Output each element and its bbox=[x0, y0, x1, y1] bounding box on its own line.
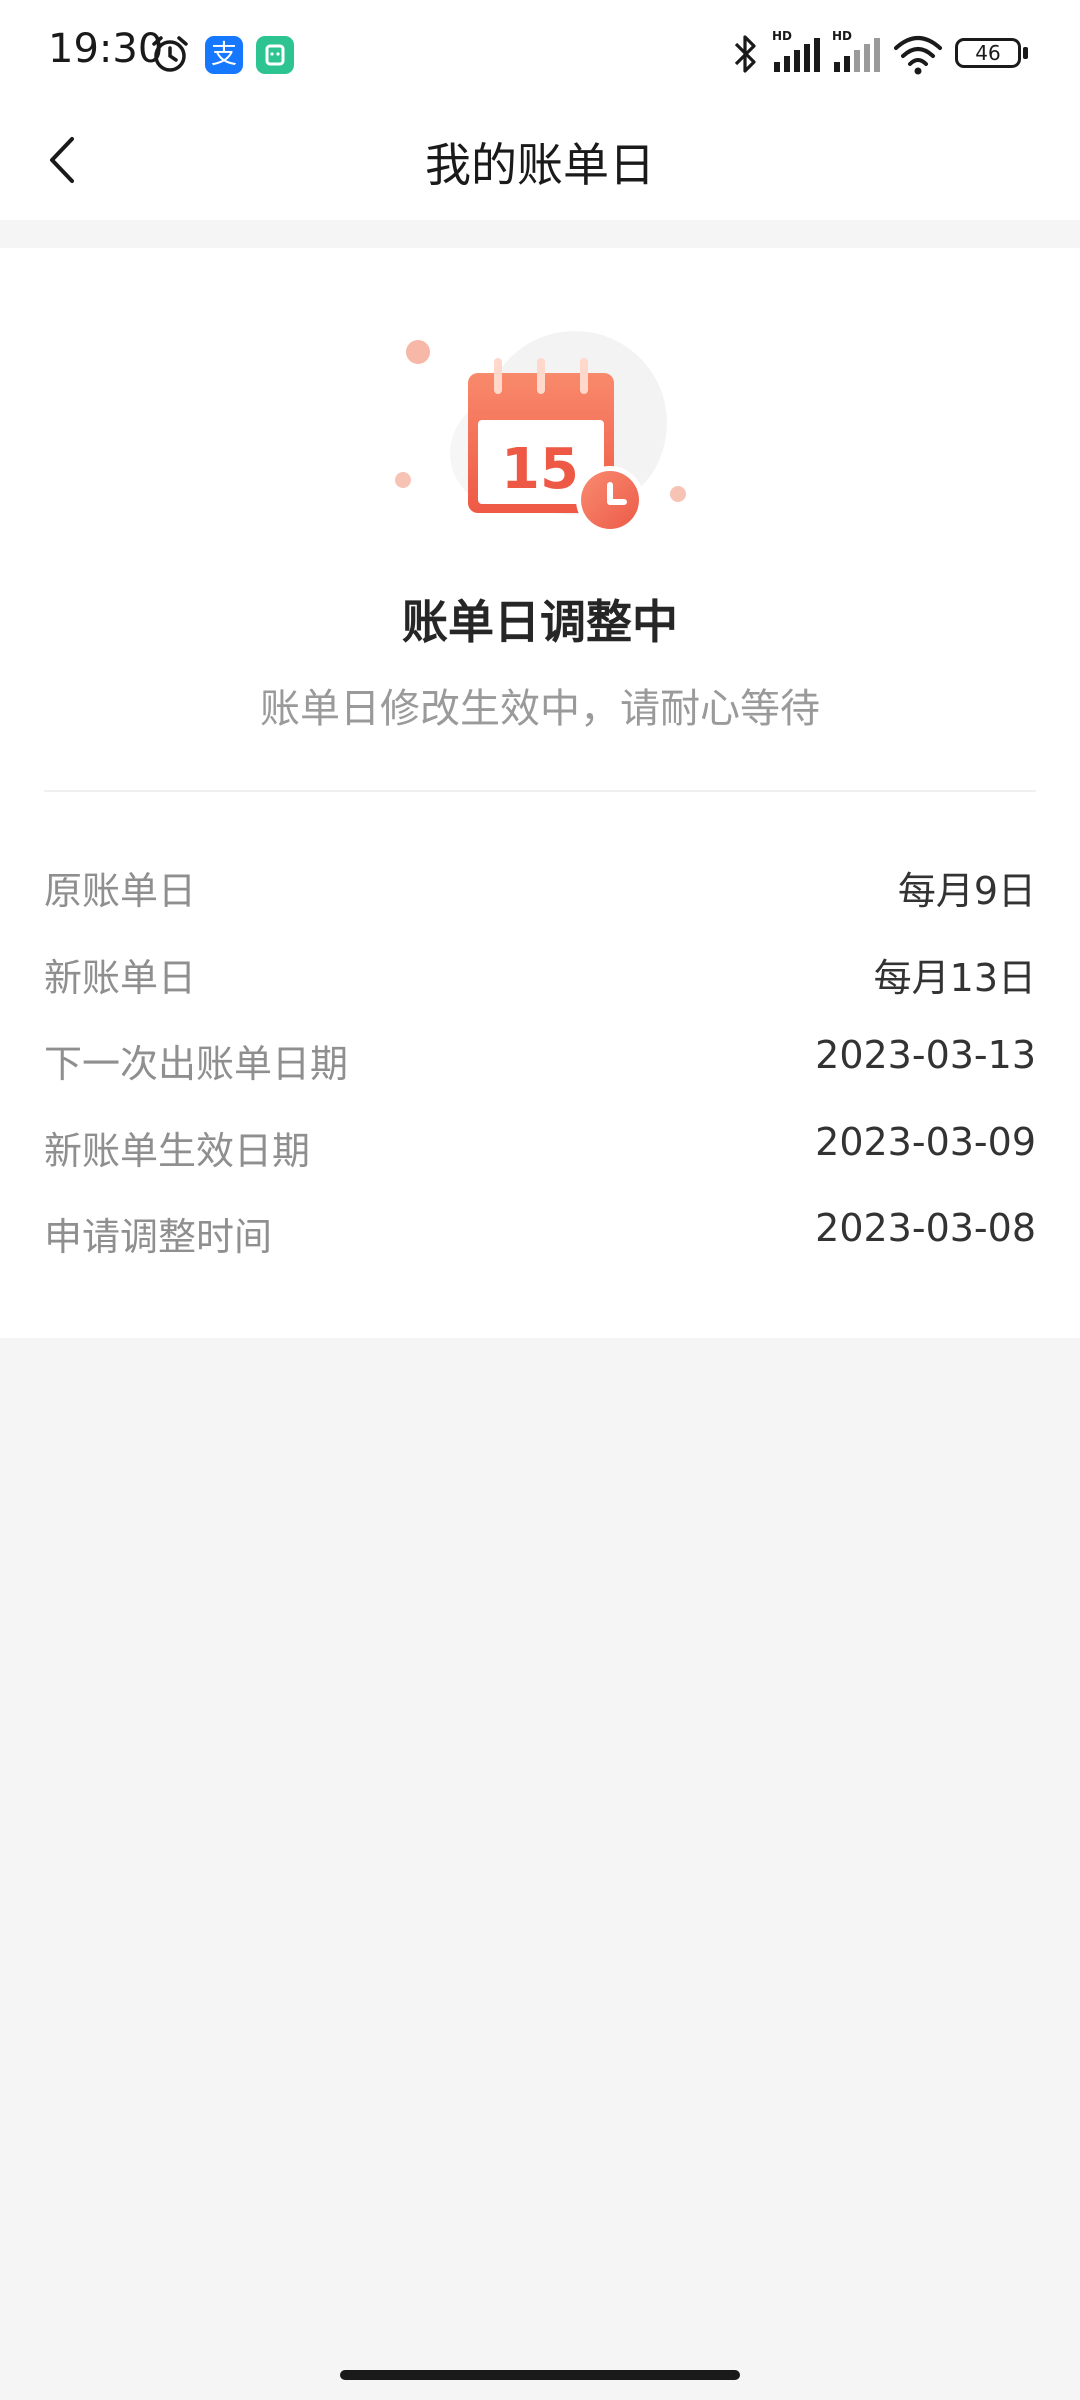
info-row-new-bill-day: 新账单日 每月13日 bbox=[44, 947, 1036, 1007]
home-indicator[interactable] bbox=[340, 2370, 740, 2380]
svg-text:15: 15 bbox=[501, 437, 579, 502]
info-value: 每月13日 bbox=[873, 956, 1036, 1000]
calendar-clock-icon: 15 bbox=[395, 331, 686, 534]
info-label: 原账单日 bbox=[44, 869, 197, 913]
alipay-icon: 支 bbox=[205, 36, 243, 74]
mi-home-icon bbox=[256, 36, 294, 74]
alarm-icon bbox=[152, 36, 188, 72]
info-value: 2023-03-09 bbox=[815, 1120, 1036, 1164]
svg-text:HD: HD bbox=[772, 29, 792, 43]
page-title: 我的账单日 bbox=[425, 138, 655, 192]
status-heading: 账单日调整中 bbox=[402, 595, 678, 649]
info-value: 2023-03-13 bbox=[815, 1033, 1036, 1077]
info-row-next-bill-date: 下一次出账单日期 2023-03-13 bbox=[44, 1033, 1036, 1093]
info-label: 新账单生效日期 bbox=[44, 1129, 311, 1173]
info-label: 新账单日 bbox=[44, 956, 197, 1000]
info-label: 下一次出账单日期 bbox=[44, 1042, 349, 1086]
divider bbox=[44, 790, 1036, 792]
info-label: 申请调整时间 bbox=[44, 1215, 273, 1259]
battery-indicator: 46 bbox=[955, 38, 1021, 68]
signal-icon-2: HD bbox=[832, 29, 880, 72]
info-row-original-bill-day: 原账单日 每月9日 bbox=[44, 860, 1036, 920]
status-subheading: 账单日修改生效中，请耐心等待 bbox=[260, 686, 820, 732]
svg-text:HD: HD bbox=[832, 29, 852, 43]
status-time: 19:30 bbox=[48, 26, 164, 72]
wifi-icon bbox=[894, 36, 942, 75]
info-row-request-time: 申请调整时间 2023-03-08 bbox=[44, 1206, 1036, 1266]
status-bar: 19:30 支 HD HD 46 bbox=[0, 0, 1080, 105]
bill-day-card: 15 账单日调整中 账单日修改生效中，请耐心等待 原账单日 每月9日 新账单日 … bbox=[0, 248, 1080, 1338]
info-row-effective-date: 新账单生效日期 2023-03-09 bbox=[44, 1120, 1036, 1180]
bluetooth-icon bbox=[734, 35, 756, 73]
info-value: 每月9日 bbox=[897, 869, 1036, 913]
signal-icon: HD bbox=[772, 29, 820, 72]
nav-bar: 我的账单日 bbox=[0, 105, 1080, 220]
battery-tip bbox=[1023, 47, 1028, 59]
info-value: 2023-03-08 bbox=[815, 1206, 1036, 1250]
